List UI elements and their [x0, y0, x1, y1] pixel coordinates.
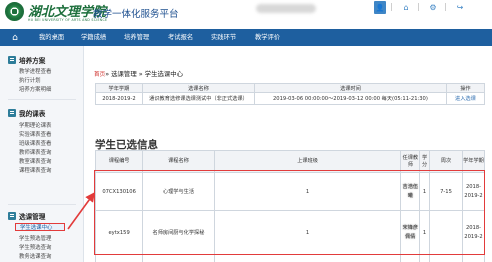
nav-item-desktop[interactable]: 我的桌面: [39, 29, 64, 46]
sidebar-group-label: 我的课表: [19, 110, 46, 118]
nav-item-practice[interactable]: 实践环节: [211, 29, 236, 46]
user-icon[interactable]: 👤: [374, 1, 386, 14]
sidebar-item-selection-query[interactable]: 教务选课查询: [19, 252, 51, 260]
sidebar-item-selection-center[interactable]: 学生选课中心: [15, 223, 65, 231]
sidebar-item-term-timetable[interactable]: 学期理论课表: [19, 121, 51, 129]
nav-item-training[interactable]: 培养管理: [124, 29, 149, 46]
weeks-cell: 7-15: [429, 172, 463, 211]
table-header-cell: 操作: [445, 83, 486, 93]
table-header-row: 课程编号 课程名称 上课班级 任课教师 学分 周次 学年学期: [94, 150, 486, 173]
term-cell: 2018-2019-2: [95, 92, 143, 105]
folder-icon: [8, 56, 16, 64]
nav-home-icon[interactable]: ⌂: [8, 29, 22, 46]
selection-name-cell: 通识教育选修课选课测试中（非正式选课）: [141, 92, 256, 105]
sidebar-item-preselect-manage[interactable]: 学生预选管理: [19, 234, 51, 242]
user-name-blurred: [256, 4, 316, 13]
table-header-cell: 学年学期: [461, 150, 486, 173]
sidebar-divider: [8, 204, 76, 205]
course-name-cell: 名师房间厨与化学探秘: [142, 210, 215, 255]
table-header-cell: 上课班级: [213, 150, 402, 173]
sidebar-item-course-timetable[interactable]: 课程课表查询: [19, 166, 51, 174]
course-name-cell: [142, 254, 215, 262]
header-divider: [418, 3, 419, 11]
selection-time-cell: 2019-03-06 00:00:00～2019-03-12 00:00 每天(…: [254, 92, 447, 105]
enter-selection-link[interactable]: 进入选课: [445, 92, 486, 105]
sidebar-divider: [8, 99, 76, 100]
course-selection-table: 学年学期 选课名称 选课时间 操作 2018-2019-2 通识教育选修课选课测…: [95, 83, 486, 105]
nav-item-grades[interactable]: 学籍成绩: [81, 29, 106, 46]
sidebar-group-my-timetable[interactable]: 我的课表: [8, 108, 45, 118]
table-header-cell: 学分: [419, 150, 431, 173]
table-row: [94, 254, 486, 262]
selected-courses-table: 课程编号 课程名称 上课班级 任课教师 学分 周次 学年学期 07CX13010…: [94, 150, 486, 262]
sidebar-group-label: 选课管理: [19, 213, 46, 221]
class-cell: 1: [213, 210, 402, 255]
sidebar-group-training-plan[interactable]: 培养方案: [8, 55, 45, 65]
course-name-cell: 心理学与生活: [142, 172, 215, 211]
teacher-cell: [400, 254, 421, 262]
table-row: eytx159 名师房间厨与化学探秘 1 宋锋彦佩倩 1 2018-2019-2: [94, 210, 486, 255]
weeks-cell: [429, 254, 463, 262]
table-header-cell: 选课时间: [254, 83, 447, 93]
term-cell: 2018-2019-2: [461, 172, 486, 211]
sidebar-item-plan-detail[interactable]: 培养方案明细: [19, 85, 51, 93]
sidebar-group-label: 培养方案: [19, 57, 46, 65]
sidebar-group-course-selection[interactable]: 选课管理: [8, 211, 45, 221]
list-icon: [8, 212, 16, 220]
course-code-cell: [94, 254, 144, 262]
school-seal-logo: [5, 2, 24, 21]
calendar-icon: [8, 109, 16, 117]
header-divider: [391, 3, 392, 11]
header-divider: [445, 3, 446, 11]
breadcrumb: 首页» 选课管理 » 学生选课中心: [94, 69, 183, 78]
table-header-cell: 选课名称: [141, 83, 256, 93]
nav-item-exam[interactable]: 考试报名: [168, 29, 193, 46]
table-row: 07CX130106 心理学与生活 1 吉浩伍曦 1 7-15 2018-201…: [94, 172, 486, 211]
class-cell: [213, 254, 402, 262]
sidebar-item-teacher-timetable[interactable]: 教师课表查询: [19, 148, 51, 156]
table-header-cell: 学年学期: [95, 83, 143, 93]
main-nav-bar: ⌂ 我的桌面 学籍成绩 培养管理 考试报名 实践环节 教学评价: [0, 29, 492, 46]
teacher-cell: 宋锋彦佩倩: [400, 210, 421, 255]
logout-icon[interactable]: ↪: [454, 1, 466, 14]
credit-cell: [419, 254, 431, 262]
top-header: 湖北文理学院 HU BEI UNIVERSITY OF ARTS AND SCI…: [0, 0, 492, 29]
table-row: 2018-2019-2 通识教育选修课选课测试中（非正式选课） 2019-03-…: [95, 92, 486, 105]
table-header-cell: 课程编号: [94, 150, 144, 173]
sidebar-item-class-timetable[interactable]: 班级课表查看: [19, 139, 51, 147]
term-cell: 2018-2019-2: [461, 210, 486, 255]
breadcrumb-path: » 选课管理 » 学生选课中心: [105, 70, 184, 78]
nav-item-evaluation[interactable]: 教学评价: [255, 29, 280, 46]
class-cell: 1: [213, 172, 402, 211]
sidebar-item-plan[interactable]: 执行计划: [19, 76, 41, 84]
sidebar-item-progress[interactable]: 教学进程查看: [19, 67, 51, 75]
system-title: 教学一体化服务平台: [93, 9, 179, 20]
breadcrumb-home-link[interactable]: 首页: [94, 72, 105, 78]
table-header-cell: 周次: [429, 150, 463, 173]
table-header-cell: 任课教师: [400, 150, 421, 173]
weeks-cell: [429, 210, 463, 255]
course-code-cell: 07CX130106: [94, 172, 144, 211]
settings-icon[interactable]: ⚙: [427, 1, 439, 14]
sidebar-item-preselect-query[interactable]: 学生预选查询: [19, 243, 51, 251]
home-icon[interactable]: ⌂: [400, 1, 412, 14]
table-header-row: 学年学期 选课名称 选课时间 操作: [95, 83, 486, 93]
course-code-cell: eytx159: [94, 210, 144, 255]
sidebar-item-room-timetable[interactable]: 教室课表查询: [19, 157, 51, 165]
sidebar-item-lab-timetable[interactable]: 实验课表查看: [19, 130, 51, 138]
teacher-cell: 吉浩伍曦: [400, 172, 421, 211]
credit-cell: 1: [419, 172, 431, 211]
credit-cell: 1: [419, 210, 431, 255]
term-cell: [461, 254, 486, 262]
table-header-cell: 课程名称: [142, 150, 215, 173]
